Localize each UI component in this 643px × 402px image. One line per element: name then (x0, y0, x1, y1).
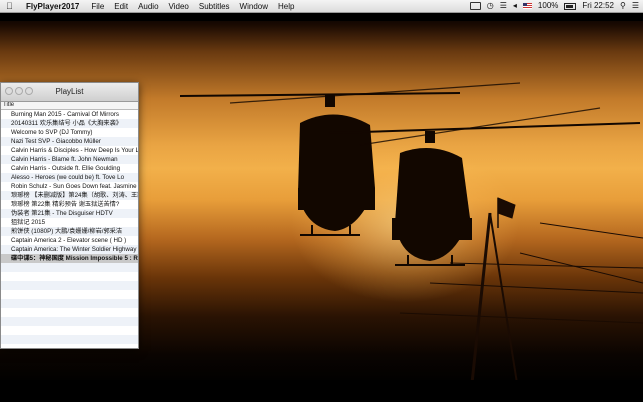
notification-center-icon[interactable]: ☰ (632, 0, 639, 12)
menu-window[interactable]: Window (240, 2, 268, 11)
empty-row (1, 290, 138, 299)
playlist-item[interactable]: Welcome to SVP (DJ Tommy) (1, 128, 138, 137)
close-window-button[interactable] (5, 87, 13, 95)
playlist-item[interactable]: 伪装者 第21集 - The Disguiser HDTV (1, 209, 138, 218)
playlist-item[interactable]: Alesso - Heroes (we could be) ft. Tove L… (1, 173, 138, 182)
playlist-window[interactable]: PlayList Title Burning Man 2015 - Carniv… (0, 82, 139, 349)
playlist-item-selected[interactable]: 碟中谍5：神秘国度 Mission Impossible 5 : Rogue N… (1, 254, 138, 263)
menu-file[interactable]: File (91, 2, 104, 11)
menu-video[interactable]: Video (169, 2, 189, 11)
empty-row (1, 326, 138, 335)
letterbox-bottom (0, 380, 643, 402)
playlist-item[interactable]: 狙狱记 2015 (1, 218, 138, 227)
status-area: ◷ ☰ ◂ 100% Fri 22:52 ⚲ ☰ (469, 0, 639, 12)
playlist-titlebar[interactable]: PlayList (1, 83, 138, 102)
playlist-item[interactable]: Calvin Harris - Blame ft. John Newman (1, 155, 138, 164)
menu-bar:  FlyPlayer2017 File Edit Audio Video Su… (0, 0, 643, 13)
empty-row (1, 281, 138, 290)
spotlight-search-icon[interactable]: ⚲ (620, 0, 626, 12)
zoom-window-button[interactable] (25, 87, 33, 95)
empty-row (1, 317, 138, 326)
menu-edit[interactable]: Edit (114, 2, 128, 11)
volume-icon[interactable]: ◂ (513, 0, 517, 12)
playlist-item[interactable]: Captain America 2 - Elevator scene ( HD … (1, 236, 138, 245)
battery-icon[interactable] (564, 2, 577, 10)
clock[interactable]: Fri 22:52 (582, 0, 614, 12)
empty-row (1, 308, 138, 317)
us-flag-icon[interactable] (522, 3, 532, 9)
empty-row (1, 272, 138, 281)
playlist-item[interactable]: 20140311 欢乐集结号 小品《大胸来袭》 (1, 119, 138, 128)
time-machine-icon[interactable]: ◷ (487, 0, 494, 12)
minimize-window-button[interactable] (15, 87, 23, 95)
menu-subtitles[interactable]: Subtitles (199, 2, 230, 11)
playlist-item[interactable]: Calvin Harris & Disciples - How Deep Is … (1, 146, 138, 155)
playlist-window-title: PlayList (55, 87, 84, 96)
playlist-item[interactable]: 琅琊榜 【未删减版】第24集（胡歌、刘涛、王凯等主演） (1, 191, 138, 200)
playlist-item[interactable]: Nazi Test SVP - Giacobbo Müller (1, 137, 138, 146)
empty-row (1, 263, 138, 272)
apple-menu-icon[interactable]:  (6, 1, 16, 11)
battery-percent[interactable]: 100% (538, 0, 558, 12)
input-source-icon[interactable] (469, 2, 481, 10)
playlist-item[interactable]: Robin Schulz - Sun Goes Down feat. Jasmi… (1, 182, 138, 191)
wifi-icon[interactable]: ☰ (500, 0, 507, 12)
playlist-item[interactable]: Burning Man 2015 - Carnival Of Mirrors (1, 110, 138, 119)
playlist-item[interactable]: 琅琊榜 第22集 精彩预告 谢玉狱送苦情? (1, 200, 138, 209)
menu-audio[interactable]: Audio (138, 2, 158, 11)
playlist-item[interactable]: Captain America: The Winter Soldier High… (1, 245, 138, 254)
empty-row (1, 299, 138, 308)
app-menu[interactable]: FlyPlayer2017 (26, 2, 79, 11)
menu-help[interactable]: Help (278, 2, 294, 11)
playlist-item[interactable]: Calvin Harris - Outside ft. Ellie Gouldi… (1, 164, 138, 173)
column-header-title[interactable]: Title (1, 102, 138, 110)
playlist-rows: Burning Man 2015 - Carnival Of Mirrors 2… (1, 110, 138, 344)
empty-row (1, 335, 138, 344)
playlist-item[interactable]: 煎饼侠 (1080P) 大鹏/袁姗姗/柳岩/郭采洁 (1, 227, 138, 236)
